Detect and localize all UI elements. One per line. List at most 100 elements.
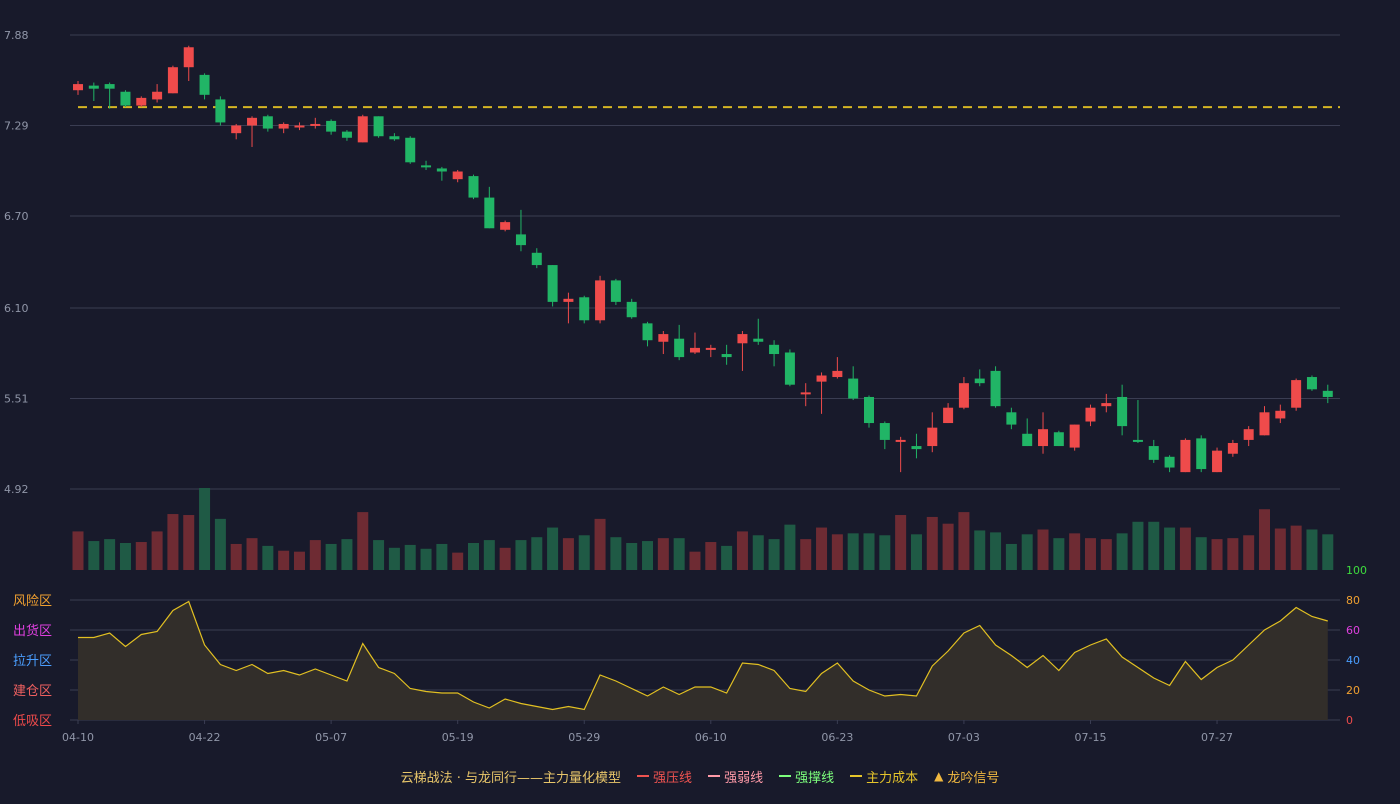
- price-tick-label: 6.10: [4, 302, 29, 315]
- volume-bar: [547, 527, 559, 570]
- volume-bar: [357, 512, 369, 570]
- candle-body: [642, 323, 653, 341]
- candle-body: [468, 176, 479, 198]
- candle-body: [1291, 380, 1302, 408]
- legend-label: 主力成本: [866, 770, 919, 786]
- candle-body: [341, 131, 352, 138]
- candle-body: [1275, 410, 1286, 419]
- volume-bar: [119, 542, 131, 570]
- volume-bar: [1227, 538, 1239, 570]
- candle-body: [278, 123, 289, 129]
- candle-body: [167, 67, 178, 94]
- volume-bar: [1037, 529, 1049, 570]
- volume-bar: [1069, 533, 1081, 570]
- volume-bar: [262, 545, 274, 570]
- candle-body: [800, 392, 811, 395]
- volume-bar: [942, 523, 954, 570]
- volume-bar: [594, 518, 606, 570]
- volume-bar: [768, 539, 780, 570]
- candle-body: [1259, 412, 1270, 436]
- candle-body: [120, 91, 131, 106]
- volume-bar: [752, 535, 764, 570]
- oscillator-area: [78, 601, 1328, 720]
- volume-bar: [167, 514, 179, 570]
- x-tick-label: 07-15: [1074, 731, 1106, 744]
- legend-item: 强撑线: [779, 767, 834, 786]
- candle-body: [610, 280, 621, 302]
- volume-bar: [626, 542, 638, 570]
- volume-bar: [1132, 521, 1144, 570]
- volume-bar: [88, 541, 100, 570]
- legend-item: 强压线: [637, 767, 692, 786]
- legend-label: 强弱线: [724, 770, 764, 786]
- volume-bar: [246, 538, 258, 570]
- legend-swatch: [850, 775, 863, 777]
- volume-bar: [1084, 538, 1096, 570]
- candle-body: [895, 439, 906, 442]
- volume-bar: [1259, 509, 1270, 570]
- candle-body: [389, 136, 400, 140]
- volume-bar: [341, 539, 353, 570]
- candle-body: [848, 378, 859, 399]
- candle-body: [1196, 438, 1207, 470]
- candle-body: [1038, 429, 1049, 447]
- chart-container: 7.88 7.29 6.70 6.10 5.51 4.92 100 80 60 40 20 0 风险区出…: [0, 0, 1400, 800]
- volume-bar: [309, 540, 321, 570]
- volume-bar: [373, 540, 385, 570]
- candle-body: [674, 338, 685, 358]
- legend-label: 龙吟信号: [947, 770, 1000, 786]
- volume-bar: [1116, 533, 1128, 570]
- x-tick-label: 04-10: [62, 731, 94, 744]
- candle-body: [816, 375, 827, 382]
- candle-body: [88, 85, 99, 89]
- candle-body: [231, 125, 242, 134]
- volume-bar: [689, 551, 701, 570]
- candle-body: [927, 427, 938, 447]
- volume-bar: [404, 544, 416, 570]
- triangle-icon: ▲: [934, 769, 944, 783]
- legend-swatch: [708, 775, 721, 777]
- volume-bar: [1243, 535, 1255, 570]
- volume-bar: [847, 533, 859, 570]
- candle-body: [1101, 403, 1112, 407]
- volume-bar: [657, 538, 669, 570]
- osc-tick-label: 40: [1346, 654, 1360, 667]
- candle-body: [357, 116, 368, 143]
- volume-bar: [135, 542, 147, 570]
- candle-body: [373, 116, 384, 137]
- x-tick-label: 05-19: [442, 731, 474, 744]
- volume-bar: [1021, 534, 1033, 570]
- candle-body: [563, 298, 574, 302]
- volume-bar: [420, 548, 432, 570]
- osc-tick-label: 80: [1346, 594, 1360, 607]
- candle-body: [1148, 446, 1159, 460]
- candle-body: [405, 137, 416, 163]
- volume-bar: [325, 543, 337, 570]
- candle-body: [310, 123, 321, 126]
- volume-bar: [531, 537, 543, 570]
- x-tick-label: 04-22: [189, 731, 221, 744]
- volume-bar: [926, 516, 938, 570]
- volume-bar: [278, 550, 290, 570]
- price-tick-label: 6.70: [4, 210, 29, 223]
- volume-bar: [214, 518, 226, 570]
- volume-bar: [72, 531, 84, 570]
- candle-body: [1322, 390, 1333, 397]
- volume-bar: [863, 533, 875, 570]
- candle-body: [73, 84, 83, 91]
- volume-bar: [1211, 539, 1223, 570]
- volume-bar: [721, 545, 733, 570]
- candle-body: [784, 352, 795, 385]
- volume-bar: [1053, 538, 1065, 570]
- osc-tick-label: 0: [1346, 714, 1353, 727]
- legend-label: 云梯战法 · 与龙同行——主力量化模型: [400, 770, 622, 786]
- volume-bar: [452, 552, 464, 570]
- volume-bar: [642, 541, 654, 570]
- candle-body: [990, 370, 1001, 407]
- candle-body: [262, 116, 273, 129]
- volume-bar: [104, 539, 116, 570]
- candle-body: [1022, 433, 1033, 447]
- candle-body: [1069, 424, 1080, 448]
- volume-bar: [1164, 527, 1176, 570]
- candle-body: [326, 120, 337, 132]
